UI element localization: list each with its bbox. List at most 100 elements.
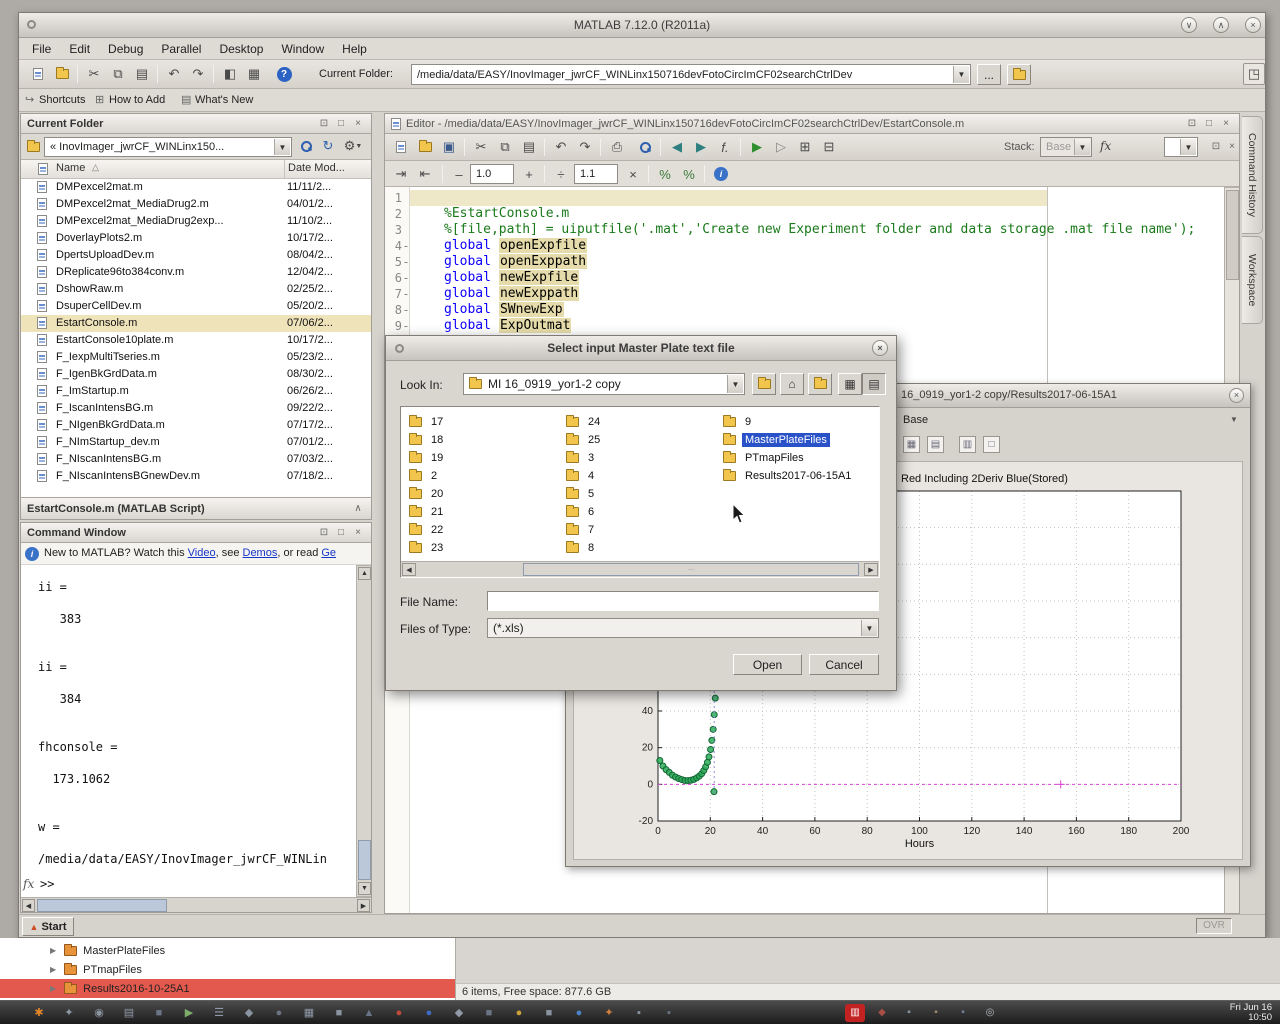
up-one-level-button[interactable]	[752, 373, 776, 395]
whats-new-link[interactable]: What's New	[195, 94, 253, 106]
file-tree[interactable]: ▶ MasterPlateFiles ▶ PTmapFiles ▶ Result…	[0, 938, 456, 1000]
taskbar-app-icon[interactable]: ■	[328, 1003, 350, 1022]
run-section-icon[interactable]: ▷	[770, 136, 792, 158]
go-back-icon[interactable]: ◀	[666, 136, 688, 158]
figure-toolbar-icon[interactable]: ▤	[927, 436, 944, 453]
taskbar-app-icon[interactable]: ▲	[358, 1003, 380, 1022]
menu-item[interactable]: Edit	[60, 39, 99, 59]
file-list-row[interactable]: F_ImStartup.m 06/26/2...	[20, 383, 372, 400]
scroll-left-icon[interactable]: ◀	[22, 899, 35, 912]
dock-icon[interactable]: ⊡	[1185, 117, 1199, 131]
decrease-font-icon[interactable]: –	[448, 163, 470, 185]
code-line[interactable]: globalnewExpfile	[410, 270, 579, 286]
new-folder-button[interactable]	[808, 373, 832, 395]
tray-alert-icon[interactable]: ▥	[845, 1004, 865, 1022]
console-vscrollbar[interactable]: ▲ ▼	[356, 565, 372, 897]
save-icon[interactable]: ▣	[438, 136, 460, 158]
actions-gear-button[interactable]: ⚙▼	[340, 136, 366, 156]
folder-item[interactable]: 22	[409, 521, 446, 539]
folder-item[interactable]: 6	[566, 503, 603, 521]
redo-icon[interactable]: ↷	[187, 63, 209, 85]
tray-icon[interactable]: ▪	[926, 1004, 946, 1022]
taskbar-app-icon[interactable]: ◉	[88, 1003, 110, 1022]
file-list-row[interactable]: F_NIscanIntensBG.m 07/03/2...	[20, 451, 372, 468]
redo-icon[interactable]: ↷	[574, 136, 596, 158]
folder-item[interactable]: 7	[566, 521, 603, 539]
folder-item[interactable]: 21	[409, 503, 446, 521]
taskbar-app-icon[interactable]: ☰	[208, 1003, 230, 1022]
dock-icon[interactable]: ⊡	[317, 117, 331, 131]
files-of-type-combobox[interactable]: (*.xls) ▼	[487, 618, 879, 638]
close-panel-icon[interactable]: ×	[351, 117, 365, 131]
menu-item[interactable]: Help	[333, 39, 376, 59]
maximize-panel-icon[interactable]: □	[334, 526, 348, 540]
taskbar-app-icon[interactable]: ▤	[118, 1003, 140, 1022]
folder-item[interactable]: 9	[723, 413, 854, 431]
function-browse-icon[interactable]: f.	[714, 136, 736, 158]
code-line[interactable]: globalSWnewExp	[410, 302, 564, 318]
taskbar-app-icon[interactable]: ◆	[448, 1003, 470, 1022]
start-button[interactable]: ▲ Start	[22, 917, 74, 936]
file-name-input[interactable]	[487, 591, 879, 611]
undo-icon[interactable]: ↶	[550, 136, 572, 158]
insert-cell-icon[interactable]: ⊞	[794, 136, 816, 158]
chevron-down-icon[interactable]: ▼	[1074, 139, 1090, 155]
folder-list-box[interactable]: 17 18 19 2	[400, 406, 880, 578]
taskbar-app-icon[interactable]: ■	[538, 1003, 560, 1022]
scroll-right-icon[interactable]: ▶	[357, 899, 370, 912]
tray-icon[interactable]: ◆	[872, 1004, 892, 1022]
close-button[interactable]: ×	[1229, 388, 1244, 403]
taskbar-app-icon[interactable]: ▦	[298, 1003, 320, 1022]
expander-icon[interactable]: ▶	[50, 965, 56, 974]
tray-icon[interactable]: ▪	[899, 1004, 919, 1022]
tree-item[interactable]: ▶ MasterPlateFiles	[0, 941, 455, 960]
dock-icon[interactable]: ⊡	[317, 526, 331, 540]
file-list-row[interactable]: DMPexcel2mat_MediaDrug2.m 04/01/2...	[20, 196, 372, 213]
refresh-button[interactable]: ↻	[318, 136, 338, 156]
chevron-down-icon[interactable]: ▼	[1230, 415, 1238, 424]
close-panel-icon[interactable]: ×	[1225, 140, 1239, 154]
dialog-close-button[interactable]: ×	[872, 340, 888, 356]
tray-updates-icon[interactable]: ◎	[980, 1004, 1000, 1022]
fx-gutter-label[interactable]: fx	[23, 877, 34, 891]
print-icon[interactable]: ⎙	[606, 136, 628, 158]
file-list-row[interactable]: F_IgenBkGrdData.m 08/30/2...	[20, 366, 372, 383]
taskbar-app-icon[interactable]: ✦	[58, 1003, 80, 1022]
code-line[interactable]	[410, 190, 444, 206]
window-menu-icon[interactable]	[27, 20, 36, 29]
terminal-icon[interactable]: ▶	[178, 1003, 200, 1022]
matlab-titlebar[interactable]: MATLAB 7.12.0 (R2011a) ∨ ∧ ×	[19, 13, 1265, 38]
editor-layout-dropdown[interactable]: ▼	[1164, 137, 1198, 157]
cancel-button[interactable]: Cancel	[809, 654, 879, 675]
figure-toolbar-icon[interactable]: ▥	[959, 436, 976, 453]
file-list-row[interactable]: F_NIscanIntensBGnewDev.m 07/18/2...	[20, 468, 372, 485]
command-history-tab[interactable]: Command History	[1242, 116, 1263, 234]
file-list-row[interactable]: F_NImStartup_dev.m 07/01/2...	[20, 434, 372, 451]
scrollbar-thumb[interactable]	[37, 899, 167, 912]
taskbar-app-icon[interactable]: ●	[568, 1003, 590, 1022]
taskbar-clock[interactable]: Fri Jun 16 10:50	[1230, 1003, 1272, 1023]
editor-header[interactable]: Editor - /media/data/EASY/InovImager_jwr…	[384, 113, 1240, 134]
maximize-panel-icon[interactable]: □	[334, 117, 348, 131]
taskbar-app-icon[interactable]: ●	[268, 1003, 290, 1022]
find-button[interactable]	[634, 136, 656, 158]
dock-icon[interactable]: ⊡	[1209, 140, 1223, 154]
open-button[interactable]: Open	[733, 654, 802, 675]
go-forward-icon[interactable]: ▶	[690, 136, 712, 158]
chevron-down-icon[interactable]: ▼	[274, 139, 290, 155]
folder-item[interactable]: 2	[409, 467, 446, 485]
folder-breadcrumb-combobox[interactable]: « InovImager_jwrCF_WINLinx150... ▼	[44, 137, 292, 157]
chevron-down-icon[interactable]: ▼	[1180, 139, 1196, 155]
browse-folder-button[interactable]: ...	[977, 64, 1001, 85]
run-icon[interactable]: ▶	[746, 136, 768, 158]
taskbar-app-icon[interactable]: ■	[148, 1003, 170, 1022]
taskbar-app-icon[interactable]: ◆	[238, 1003, 260, 1022]
folder-item[interactable]: 3	[566, 449, 603, 467]
folder-item[interactable]: 25	[566, 431, 603, 449]
cut-icon[interactable]: ✂	[470, 136, 492, 158]
name-column-header[interactable]: Name	[56, 162, 85, 174]
paste-icon[interactable]: ▤	[518, 136, 540, 158]
file-list[interactable]: DMPexcel2mat.m 11/11/2... DMPexcel2mat_M…	[20, 179, 372, 497]
figure-stack-value[interactable]: Base	[903, 414, 928, 426]
file-list-row[interactable]: DoverlayPlots2.m 10/17/2...	[20, 230, 372, 247]
